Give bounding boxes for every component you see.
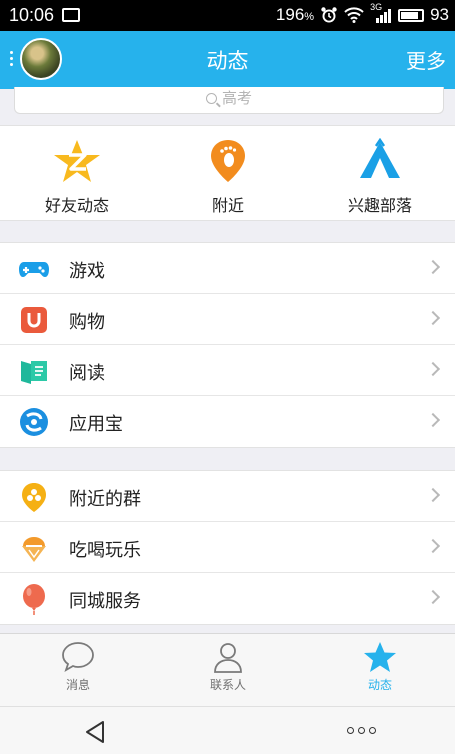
tab-feed[interactable]: 动态 [330,640,430,693]
list-item-food-fun[interactable]: 吃喝玩乐 [0,522,455,573]
app-store-icon [20,408,48,436]
chevron-right-icon [425,412,441,428]
list-item-app-store[interactable]: 应用宝 [0,396,455,447]
status-right: 196% 3G 93 [275,2,449,25]
tab-label: 联系人 [209,678,246,692]
list-item-nearby-groups[interactable]: 附近的群 [0,471,455,522]
balloon-icon [23,584,45,615]
quick-link-label: 好友动态 [44,196,109,215]
image-notification-icon [62,8,80,22]
chevron-right-icon [425,361,441,377]
ice-cream-icon [22,537,46,562]
services-list: 游戏 购物 阅读 应用宝 [0,242,455,448]
list-item-reading[interactable]: 阅读 [0,345,455,396]
gamepad-icon [19,262,49,277]
chevron-right-icon [425,538,441,554]
quick-link-nearby[interactable]: 附近 [168,138,288,216]
list-item-label: 同城服务 [69,591,141,612]
chevron-right-icon [425,589,441,605]
qzone-star-icon [54,140,100,182]
search-placeholder: 高考 [221,89,252,107]
book-icon [21,361,47,384]
local-list: 附近的群 吃喝玩乐 同城服务 [0,470,455,625]
page-title: 动态 [206,49,249,73]
list-item-label: 游戏 [69,261,105,282]
chat-bubble-icon [62,642,94,672]
quick-link-label: 附近 [211,196,244,215]
star-icon [364,642,396,672]
list-item-label: 购物 [69,312,105,333]
back-triangle-icon[interactable] [84,720,106,744]
tent-icon [360,138,400,178]
list-item-label: 吃喝玩乐 [69,540,141,561]
system-nav-bar [0,706,455,754]
list-item-label: 阅读 [69,363,105,384]
bottom-tab-bar: 消息 联系人 动态 [0,633,455,706]
overflow-dots-icon[interactable] [347,727,376,734]
quick-link-interest-tribe[interactable]: 兴趣部落 [320,138,440,216]
quick-link-label: 兴趣部落 [347,196,412,215]
shopping-magnet-icon [21,307,47,333]
list-item-label: 应用宝 [69,414,123,435]
tab-label: 消息 [65,678,90,692]
list-item-game[interactable]: 游戏 [0,243,455,294]
battery-level: 93 [430,5,449,24]
title-bar: 动态 更多 [0,31,455,89]
quick-links: 好友动态 附近 兴趣部落 [0,125,455,221]
more-button[interactable]: 更多 [406,45,446,74]
status-bar: 10:06 196% 3G 93 [0,0,455,31]
search-icon [205,93,217,104]
signal-icon: 3G [370,2,392,23]
network-speed: 196% [275,5,315,24]
contacts-icon [214,643,242,673]
quick-link-friends-feed[interactable]: 好友动态 [17,138,137,216]
chevron-right-icon [425,259,441,275]
search-area: 高考 [0,87,455,125]
footprint-pin-icon [211,140,245,182]
alarm-icon [321,7,337,23]
wifi-icon [344,7,364,23]
tab-contacts[interactable]: 联系人 [178,640,278,693]
tab-label: 动态 [367,678,392,692]
list-item-label: 附近的群 [69,489,141,510]
battery-icon [398,8,425,22]
search-input[interactable]: 高考 [14,87,444,114]
status-time: 10:06 [9,5,55,25]
tab-messages[interactable]: 消息 [28,640,128,693]
chevron-right-icon [425,487,441,503]
nearby-group-icon [22,483,46,512]
list-item-city-service[interactable]: 同城服务 [0,573,455,624]
list-item-shopping[interactable]: 购物 [0,294,455,345]
chevron-right-icon [425,310,441,326]
